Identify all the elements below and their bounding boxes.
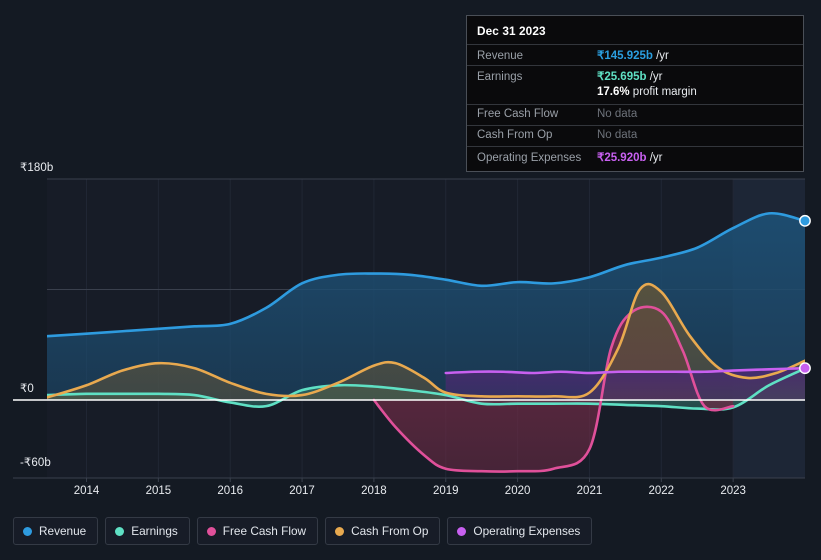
x-axis-tick-label: 2021 [576, 485, 603, 497]
chart-tooltip: Dec 31 2023 Revenue ₹145.925b /yr Earnings… [466, 15, 804, 172]
legend-color-dot-icon [206, 526, 216, 536]
tooltip-row: Revenue ₹145.925b /yr [467, 44, 803, 65]
x-axis-tick-label: 2019 [432, 485, 459, 497]
tooltip-row: Cash From Op No data [467, 125, 803, 146]
legend-item-label: Earnings [131, 524, 178, 538]
tooltip-amount: 17.6% [597, 86, 630, 98]
legend-item-revenue[interactable]: Revenue [13, 517, 99, 545]
legend-item-free-cash-flow[interactable]: Free Cash Flow [196, 517, 319, 545]
tooltip-unit: /yr [646, 152, 663, 164]
tooltip-row-value: No data [597, 129, 637, 141]
legend-item-label: Cash From Op [351, 524, 429, 538]
tooltip-amount: ₹25.920b [597, 152, 647, 164]
tooltip-rows: Revenue ₹145.925b /yr Earnings ₹25.695b /yr… [467, 44, 803, 167]
tooltip-no-data: No data [597, 108, 638, 120]
legend-item-label: Free Cash Flow [222, 524, 307, 538]
legend-color-dot-icon [23, 526, 32, 536]
legend-color-dot-icon [335, 526, 345, 536]
tooltip-date: Dec 31 2023 [477, 24, 546, 38]
y-axis-tick-label: ₹0 [20, 383, 34, 395]
legend-item-operating-expenses[interactable]: Operating Expenses [447, 517, 593, 545]
tooltip-row-label: Revenue [477, 50, 524, 62]
legend-item-label: Revenue [39, 524, 87, 538]
legend-item-cash-from-op[interactable]: Cash From Op [325, 517, 441, 545]
legend-item-label: Operating Expenses [473, 524, 581, 538]
tooltip-unit: profit margin [629, 86, 697, 98]
x-axis-tick-label: 2014 [73, 485, 100, 497]
tooltip-amount: ₹145.925b [597, 50, 653, 62]
legend-color-dot-icon [115, 526, 125, 536]
x-axis-tick-label: 2023 [720, 485, 746, 497]
tooltip-row-value: ₹25.920b /yr [597, 150, 663, 164]
tooltip-row-value: ₹145.925b /yr [597, 48, 669, 62]
tooltip-row: 17.6% profit margin [467, 86, 803, 104]
tooltip-no-data: No data [597, 129, 638, 141]
tooltip-unit: /yr [652, 50, 669, 62]
tooltip-row-label: Earnings [477, 71, 523, 83]
financial-chart: ₹180b ₹0 -₹60b 2014 2015 2016 2017 2018 2019 202… [0, 0, 821, 560]
endpoint-marker-revenue[interactable] [799, 214, 811, 227]
tooltip-row-label: Free Cash Flow [477, 108, 559, 120]
tooltip-row-value: ₹25.695b /yr [597, 69, 663, 83]
tooltip-row: Earnings ₹25.695b /yr [467, 65, 803, 86]
x-axis-tick-label: 2020 [504, 485, 531, 497]
x-axis-tick-label: 2016 [217, 485, 243, 497]
tooltip-row: Operating Expenses ₹25.920b /yr [467, 146, 803, 167]
tooltip-row-value: 17.6% profit margin [597, 86, 697, 98]
tooltip-amount: ₹25.695b [597, 71, 647, 83]
tooltip-row-label: Cash From Op [477, 129, 553, 141]
x-axis-tick-label: 2018 [361, 485, 387, 497]
x-axis-tick-label: 2015 [145, 485, 172, 497]
legend-color-dot-icon [457, 526, 467, 536]
tooltip-unit: /yr [646, 71, 663, 83]
tooltip-row-label: Operating Expenses [477, 152, 582, 164]
tooltip-row-value: No data [597, 108, 637, 120]
endpoint-marker-operating-expenses[interactable] [799, 362, 811, 375]
legend-item-earnings[interactable]: Earnings [105, 517, 190, 545]
x-axis-tick-label: 2017 [289, 485, 315, 497]
tooltip-row: Free Cash Flow No data [467, 104, 803, 125]
x-axis-tick-label: 2022 [648, 485, 675, 497]
y-axis-tick-label: ₹180b [20, 162, 54, 174]
chart-legend[interactable]: Revenue Earnings Free Cash Flow Cash From O… [13, 517, 593, 545]
y-axis-tick-label: -₹60b [20, 456, 51, 469]
